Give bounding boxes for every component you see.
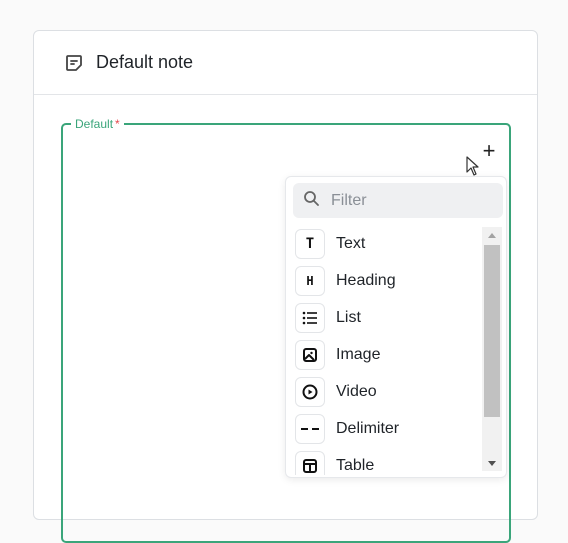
menu-item-label: Delimiter <box>336 419 400 437</box>
image-icon <box>295 339 325 370</box>
menu-item-text[interactable]: T Text <box>295 225 481 262</box>
table-icon <box>295 450 325 475</box>
menu-item-delimiter[interactable]: Delimiter <box>295 410 481 447</box>
menu-item-table[interactable]: Table <box>295 447 481 475</box>
card-header: Default note <box>34 31 537 95</box>
note-icon <box>64 53 84 73</box>
field-label-text: Default <box>75 117 114 131</box>
menu-item-label: Text <box>336 234 366 252</box>
menu-item-label: Video <box>336 382 377 400</box>
menu-item-video[interactable]: Video <box>295 373 481 410</box>
menu-item-label: Table <box>336 456 375 474</box>
menu-item-label: Image <box>336 345 381 363</box>
menu-item-label: List <box>336 308 361 326</box>
menu-item-list[interactable]: List <box>295 299 481 336</box>
menu-item-heading[interactable]: H Heading <box>295 262 481 299</box>
filter-input[interactable] <box>329 190 483 211</box>
scroll-down-icon[interactable] <box>482 455 502 471</box>
video-icon <box>295 376 325 407</box>
menu-item-image[interactable]: Image <box>295 336 481 373</box>
list-icon <box>295 302 325 333</box>
block-menu: T Text H Heading List Image <box>285 176 507 478</box>
scrollbar-thumb[interactable] <box>484 245 500 417</box>
filter-box[interactable] <box>293 183 503 218</box>
add-block-button[interactable]: + <box>479 140 499 162</box>
scrollbar[interactable] <box>482 227 502 471</box>
search-icon <box>303 190 319 211</box>
card-title: Default note <box>96 52 194 72</box>
block-list: T Text H Heading List Image Video Delimi… <box>295 225 481 475</box>
field-label: Default * <box>71 116 124 132</box>
heading-icon: H <box>295 265 325 296</box>
delimiter-icon <box>295 413 325 444</box>
text-icon: T <box>295 228 325 259</box>
required-mark: * <box>115 117 120 131</box>
menu-item-label: Heading <box>336 271 396 289</box>
scroll-up-icon[interactable] <box>482 227 502 243</box>
